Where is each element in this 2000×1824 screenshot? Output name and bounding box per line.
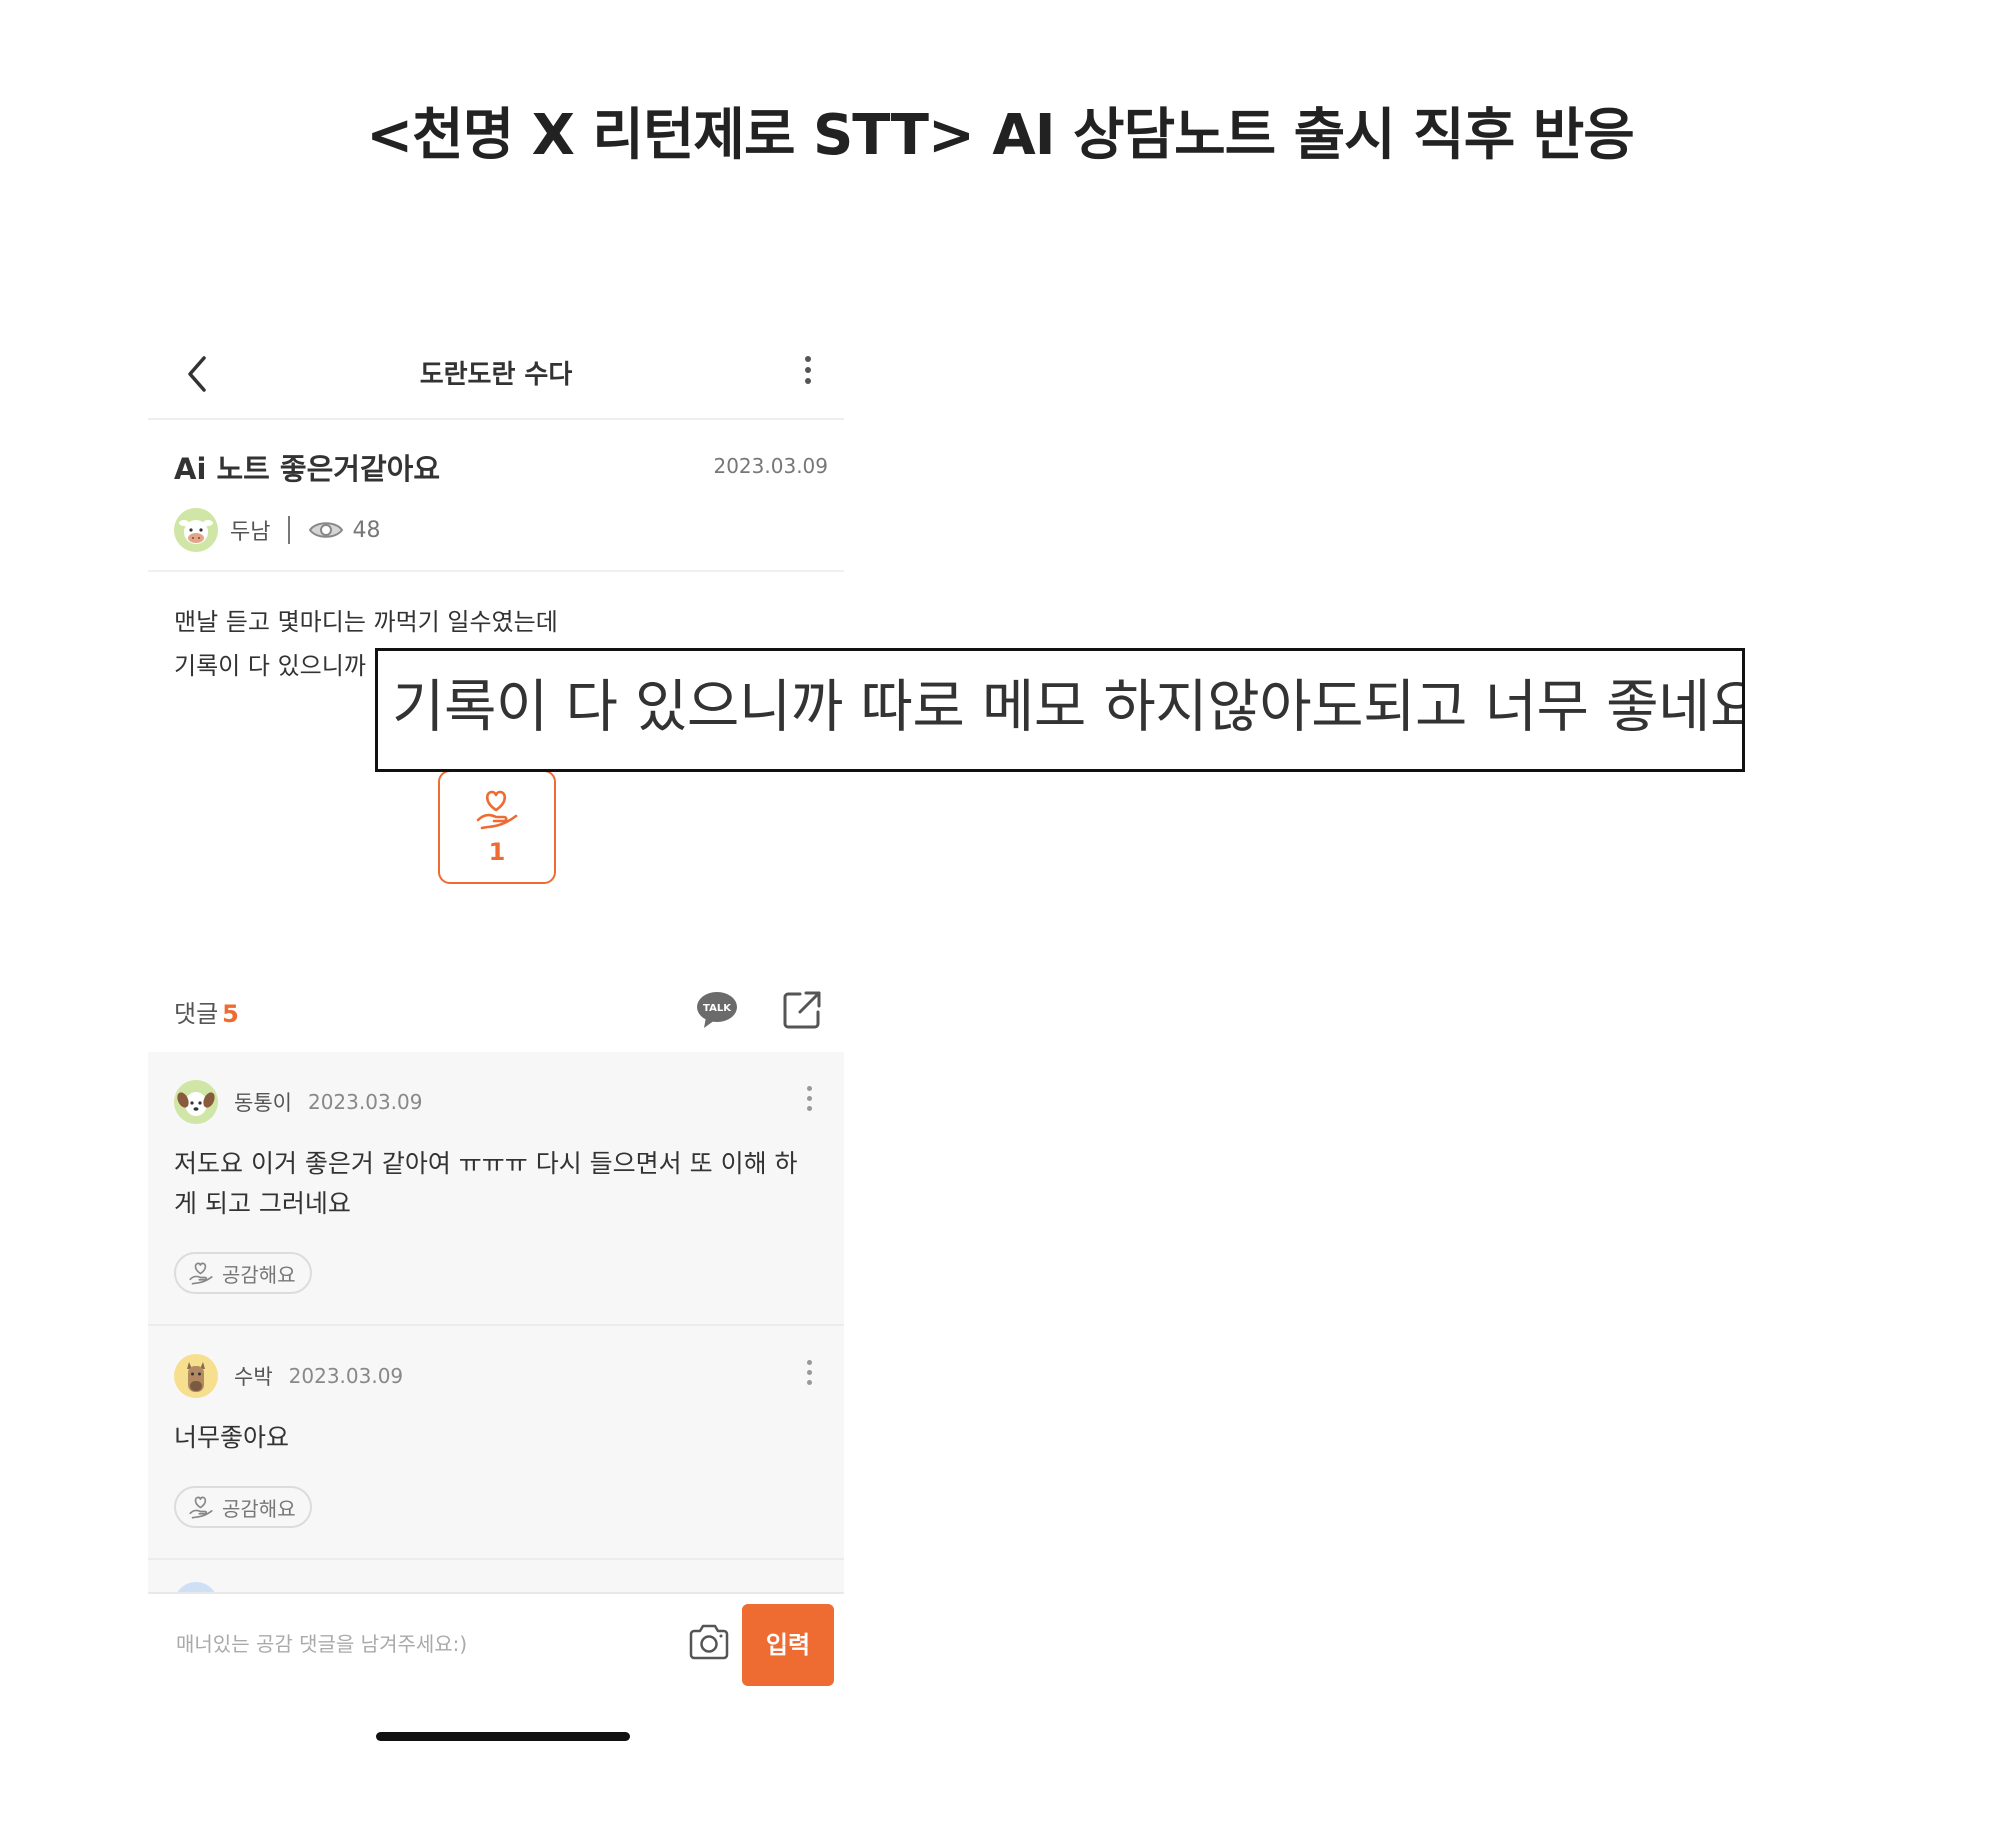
divider [288,516,291,544]
home-indicator [376,1732,630,1741]
comment-item: 수박 2023.03.09 너무좋아요 공감해요 [148,1326,844,1558]
avatar[interactable] [174,1354,218,1398]
phone-screen: 도란도란 수다 Ai 노트 좋은거같아요 2023.03.09 두남 48 맨날… [148,330,844,1760]
quote-callout: 기록이 다 있으니까 따로 메모 하지않아도되고 너무 좋네요 [375,648,1745,772]
comment-item: 동통이 2023.03.09 저도요 이거 좋은거 같아여 ㅠㅠㅠ 다시 들으면… [148,1052,844,1324]
comment-date: 2023.03.09 [288,1364,404,1388]
kakaotalk-share-button[interactable]: TALK [696,990,738,1030]
comment-text: 저도요 이거 좋은거 같아여 ㅠㅠㅠ 다시 들으면서 또 이해 하게 되고 그러… [174,1149,798,1218]
camera-icon [689,1624,729,1660]
empathy-button[interactable]: 공감해요 [174,1252,312,1294]
board-title: 도란도란 수다 [419,360,573,390]
like-button[interactable]: 1 [438,770,556,884]
comments-header: 댓글 5 [174,994,239,1029]
talk-bubble-icon: TALK [697,992,737,1028]
empathy-label: 공감해요 [222,1496,296,1521]
camera-button[interactable] [688,1624,730,1660]
slide-title: <천명 X 리턴제로 STT> AI 상담노트 출시 직후 반응 [366,103,1635,168]
post-date: 2023.03.09 [713,454,828,478]
talk-icon-text: TALK [703,1003,732,1014]
comment-input[interactable]: 매너있는 공감 댓글을 남겨주세요:) [176,1628,467,1657]
post-author-row: 두남 48 [174,508,380,552]
like-count: 1 [488,838,506,866]
comment-author[interactable]: 동통이 [234,1087,292,1117]
comment-input-bar: 매너있는 공감 댓글을 남겨주세요:) 입력 [148,1592,844,1694]
comments-label: 댓글 [174,1000,219,1028]
cow-avatar-icon [179,520,213,544]
comments-list: 동통이 2023.03.09 저도요 이거 좋은거 같아여 ㅠㅠㅠ 다시 들으면… [148,1052,844,1592]
heart-hand-icon [189,1262,213,1285]
comment-count: 5 [222,1000,239,1028]
divider [148,1558,844,1560]
heart-hand-icon [476,790,518,830]
eye-icon [309,522,344,538]
dog-avatar-icon [177,1092,215,1116]
post-title: Ai 노트 좋은거같아요 [174,452,441,486]
comment-more-button[interactable] [804,1086,814,1120]
submit-button[interactable]: 입력 [742,1604,834,1686]
share-icon [783,991,821,1029]
author-name[interactable]: 두남 [230,514,270,546]
avatar [174,1582,218,1592]
share-button[interactable] [782,990,822,1030]
avatar[interactable] [174,508,218,552]
horse-avatar-icon [187,1362,205,1392]
empathy-label: 공감해요 [222,1262,296,1287]
comment-date: 2023.03.09 [307,1090,423,1114]
heart-hand-icon [189,1496,213,1519]
divider [148,570,844,572]
comment-more-button[interactable] [804,1360,814,1394]
view-count: 48 [352,517,381,543]
comment-author[interactable]: 수박 [234,1361,273,1391]
more-menu-button[interactable] [802,356,814,392]
post-body-line: 맨날 듣고 몇마디는 까먹기 일수였는데 [174,608,558,636]
top-bar: 도란도란 수다 [148,330,844,420]
comment-author-row: 동통이 2023.03.09 [174,1080,422,1124]
avatar[interactable] [174,1080,218,1124]
empathy-button[interactable]: 공감해요 [174,1486,312,1528]
comment-author-row: 수박 2023.03.09 [174,1354,403,1398]
comment-text: 너무좋아요 [174,1423,290,1452]
